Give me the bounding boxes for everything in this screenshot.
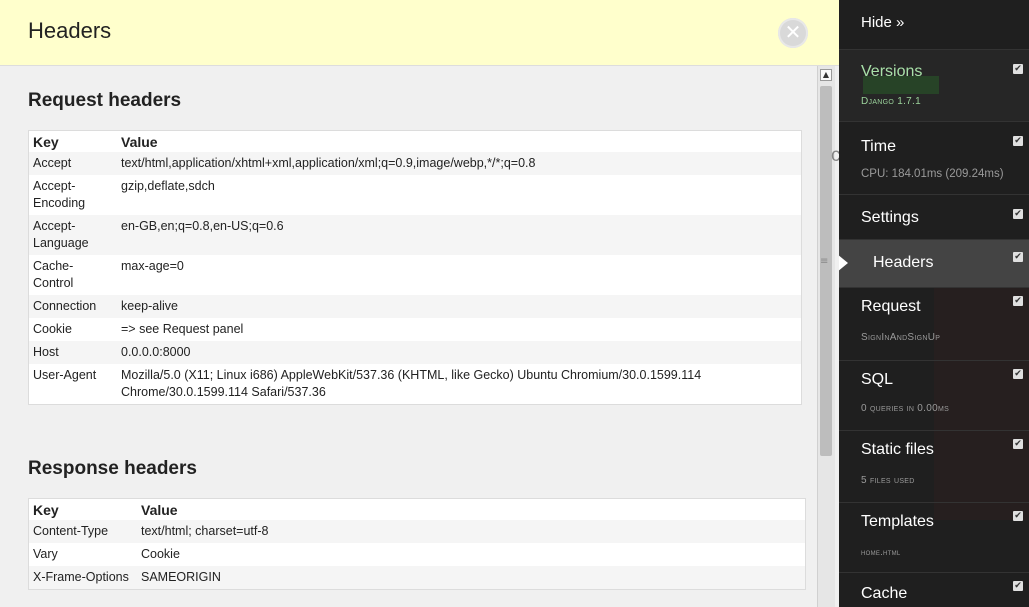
toolbar-item-subtitle: home.html bbox=[861, 547, 901, 557]
response-headers-title: Response headers bbox=[28, 458, 197, 479]
response-headers-table: Key Value Content-Type text/html; charset… bbox=[28, 498, 806, 590]
table-row: Vary Cookie bbox=[28, 543, 806, 566]
header-value-cell: text/html,application/xhtml+xml,applicat… bbox=[117, 152, 802, 175]
header-value-cell: keep-alive bbox=[117, 295, 802, 318]
header-key-cell: Accept- Encoding bbox=[28, 175, 117, 215]
checkbox-icon[interactable]: ✔ bbox=[1013, 296, 1023, 306]
checkbox-icon[interactable]: ✔ bbox=[1013, 64, 1023, 74]
toolbar-item-subtitle: SignInAndSignUp bbox=[861, 332, 941, 343]
toolbar-item-subtitle: CPU: 184.01ms (209.24ms) bbox=[861, 168, 1004, 180]
header-key-cell: Cache- Control bbox=[28, 255, 117, 295]
headers-panel: Headers ✕ Request headers Key Value Acce… bbox=[0, 0, 839, 607]
column-header-value: Value bbox=[137, 498, 806, 520]
header-key-cell: X-Frame-Options bbox=[28, 566, 137, 590]
toolbar-item-headers[interactable]: Headers ✔ bbox=[839, 240, 1029, 288]
toolbar-item-time[interactable]: Time CPU: 184.01ms (209.24ms) ✔ bbox=[839, 122, 1029, 195]
header-value-cell: SAMEORIGIN bbox=[137, 566, 806, 590]
table-header-row: Key Value bbox=[28, 130, 802, 152]
toolbar-item-title: Versions bbox=[861, 63, 923, 80]
toolbar-item-cache[interactable]: Cache ✔ bbox=[839, 573, 1029, 607]
table-row: Host 0.0.0.0:8000 bbox=[28, 341, 802, 364]
scroll-up-arrow-icon[interactable]: ▲ bbox=[820, 69, 832, 81]
header-value-cell: max-age=0 bbox=[117, 255, 802, 295]
toolbar-item-subtitle: 0 queries in 0.00ms bbox=[861, 403, 950, 414]
table-row: Accept text/html,application/xhtml+xml,ap… bbox=[28, 152, 802, 175]
checkbox-icon[interactable]: ✔ bbox=[1013, 511, 1023, 521]
column-header-value: Value bbox=[117, 130, 802, 152]
column-header-key: Key bbox=[28, 130, 117, 152]
table-row: Content-Type text/html; charset=utf-8 bbox=[28, 520, 806, 543]
header-value-cell: Mozilla/5.0 (X11; Linux i686) AppleWebKi… bbox=[117, 364, 802, 405]
header-key-cell: Accept bbox=[28, 152, 117, 175]
header-key-cell: Vary bbox=[28, 543, 137, 566]
toolbar-item-versions[interactable]: Versions Django 1.7.1 ✔ bbox=[839, 50, 1029, 122]
panel-title: Headers bbox=[28, 18, 112, 43]
header-key-cell: Connection bbox=[28, 295, 117, 318]
hide-toolbar-button[interactable]: Hide » bbox=[839, 0, 1029, 50]
toolbar-item-title: SQL bbox=[861, 371, 894, 388]
request-headers-title: Request headers bbox=[28, 90, 182, 111]
header-value-cell: => see Request panel bbox=[117, 318, 802, 341]
header-key-cell: Host bbox=[28, 341, 117, 364]
close-icon[interactable]: ✕ bbox=[778, 18, 808, 48]
toolbar-item-title: Settings bbox=[861, 209, 919, 226]
checkbox-icon[interactable]: ✔ bbox=[1013, 209, 1023, 219]
table-row: Accept- Encoding gzip,deflate,sdch bbox=[28, 175, 802, 215]
toolbar-item-title: Cache bbox=[861, 585, 908, 602]
checkbox-icon[interactable]: ✔ bbox=[1013, 136, 1023, 146]
checkbox-icon[interactable]: ✔ bbox=[1013, 439, 1023, 449]
table-row: Cookie => see Request panel bbox=[28, 318, 802, 341]
column-header-key: Key bbox=[28, 498, 137, 520]
checkbox-icon[interactable]: ✔ bbox=[1013, 369, 1023, 379]
toolbar-item-title: Templates bbox=[861, 513, 934, 530]
header-key-cell: User-Agent bbox=[28, 364, 117, 405]
table-row: Connection keep-alive bbox=[28, 295, 802, 318]
toolbar-item-static-files[interactable]: Static files 5 files used ✔ bbox=[839, 431, 1029, 503]
toolbar-item-title: Headers bbox=[873, 254, 934, 271]
hide-toolbar-label: Hide » bbox=[861, 14, 905, 31]
toolbar-item-title: Request bbox=[861, 298, 921, 315]
table-row: X-Frame-Options SAMEORIGIN bbox=[28, 566, 806, 590]
panel-content: Request headers Key Value Accept text/htm… bbox=[0, 66, 817, 607]
toolbar-item-sql[interactable]: SQL 0 queries in 0.00ms ✔ bbox=[839, 361, 1029, 431]
header-key-cell: Content-Type bbox=[28, 520, 137, 543]
panel-header: Headers ✕ bbox=[0, 0, 839, 66]
toolbar-item-templates[interactable]: Templates home.html ✔ bbox=[839, 503, 1029, 573]
header-value-cell: 0.0.0.0:8000 bbox=[117, 341, 802, 364]
resize-grip-icon[interactable]: ≡ bbox=[820, 257, 828, 272]
header-key-cell: Accept- Language bbox=[28, 215, 117, 255]
request-headers-table: Key Value Accept text/html,application/xh… bbox=[28, 130, 802, 405]
header-value-cell: en-GB,en;q=0.8,en-US;q=0.6 bbox=[117, 215, 802, 255]
header-value-cell: Cookie bbox=[137, 543, 806, 566]
header-value-cell: text/html; charset=utf-8 bbox=[137, 520, 806, 543]
table-row: User-Agent Mozilla/5.0 (X11; Linux i686) … bbox=[28, 364, 802, 405]
header-key-cell: Cookie bbox=[28, 318, 117, 341]
checkbox-icon[interactable]: ✔ bbox=[1013, 581, 1023, 591]
active-arrow-icon bbox=[839, 254, 848, 272]
table-header-row: Key Value bbox=[28, 498, 806, 520]
toolbar-item-title: Time bbox=[861, 138, 896, 155]
toolbar-item-subtitle: Django 1.7.1 bbox=[861, 96, 921, 107]
header-value-cell: gzip,deflate,sdch bbox=[117, 175, 802, 215]
toolbar-item-subtitle: 5 files used bbox=[861, 475, 915, 486]
toolbar-item-request[interactable]: Request SignInAndSignUp ✔ bbox=[839, 288, 1029, 361]
checkbox-icon[interactable]: ✔ bbox=[1013, 252, 1023, 262]
table-row: Accept- Language en-GB,en;q=0.8,en-US;q=0… bbox=[28, 215, 802, 255]
toolbar-item-settings[interactable]: Settings ✔ bbox=[839, 195, 1029, 240]
table-row: Cache- Control max-age=0 bbox=[28, 255, 802, 295]
debug-toolbar: Hide » Versions Django 1.7.1 ✔ Time CPU:… bbox=[839, 0, 1029, 607]
toolbar-item-title: Static files bbox=[861, 441, 934, 458]
